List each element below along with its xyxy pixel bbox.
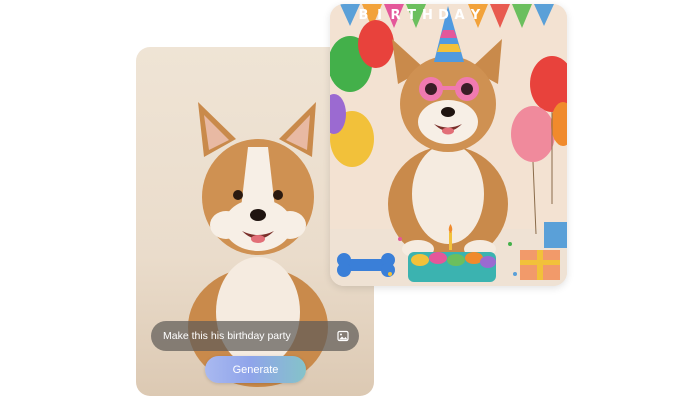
prompt-text: Make this his birthday party [163, 330, 291, 342]
generate-button[interactable]: Generate [205, 356, 306, 383]
generated-birthday-photo-card: B I R T H D A Y [330, 4, 567, 286]
corgi-birthday-photo [330, 4, 567, 286]
image-icon[interactable] [337, 330, 349, 342]
prompt-input[interactable]: Make this his birthday party [151, 321, 359, 351]
